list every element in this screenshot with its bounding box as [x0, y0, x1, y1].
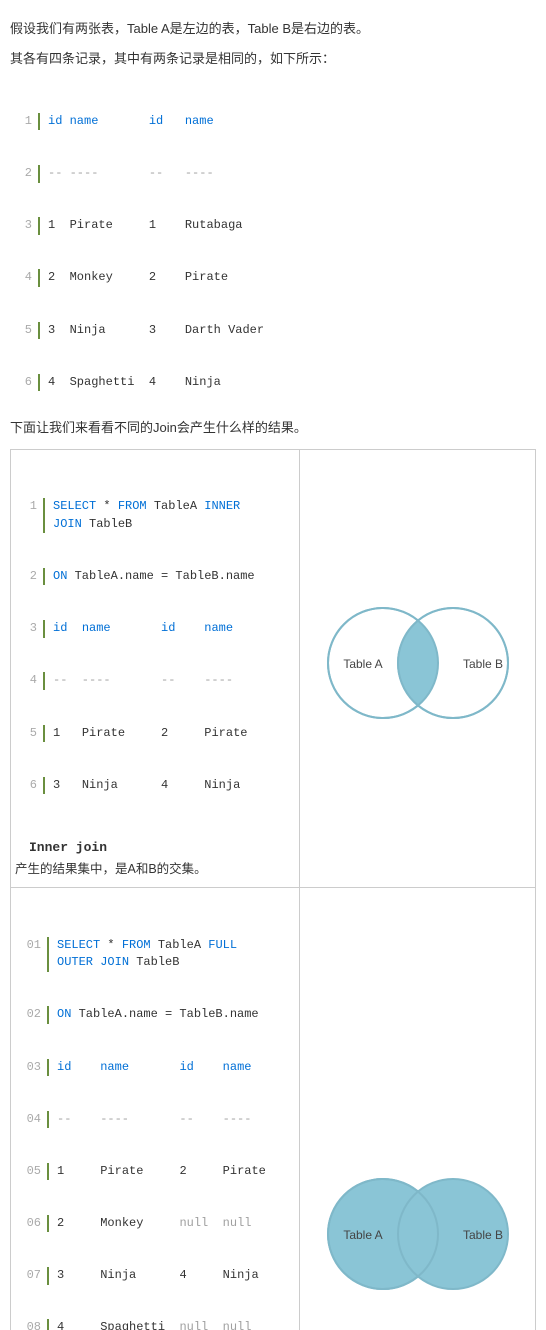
intro-paragraph-3: 下面让我们来看看不同的Join会产生什么样的结果。 — [10, 417, 536, 439]
svg-text:Table B: Table B — [462, 1228, 502, 1242]
intro-paragraph-2: 其各有四条记录，其中有两条记录是相同的，如下所示： — [10, 48, 536, 70]
inner-join-caption: 产生的结果集中，是A和B的交集。 — [15, 859, 293, 879]
intro-paragraph-1: 假设我们有两张表，Table A是左边的表，Table B是右边的表。 — [10, 18, 536, 40]
inner-join-venn-icon: Table A Table B — [305, 588, 531, 748]
inner-join-section: 1SELECT * FROM TableA INNERJOIN TableB 2… — [11, 450, 535, 888]
svg-text:Table A: Table A — [343, 1228, 382, 1242]
full-outer-join-code: 01SELECT * FROM TableA FULLOUTER JOIN Ta… — [15, 902, 293, 1330]
full-outer-join-section: 01SELECT * FROM TableA FULLOUTER JOIN Ta… — [11, 888, 535, 1330]
inner-join-code: 1SELECT * FROM TableA INNERJOIN TableB 2… — [15, 464, 293, 829]
svg-text:Table B: Table B — [462, 657, 502, 671]
svg-text:Table A: Table A — [343, 657, 382, 671]
inner-join-title: Inner join — [29, 837, 293, 859]
full-outer-join-venn-icon: Table A Table B — [305, 1159, 531, 1319]
source-tables-code: 1id name id name 2-- ---- -- ---- 31 Pir… — [10, 78, 536, 408]
